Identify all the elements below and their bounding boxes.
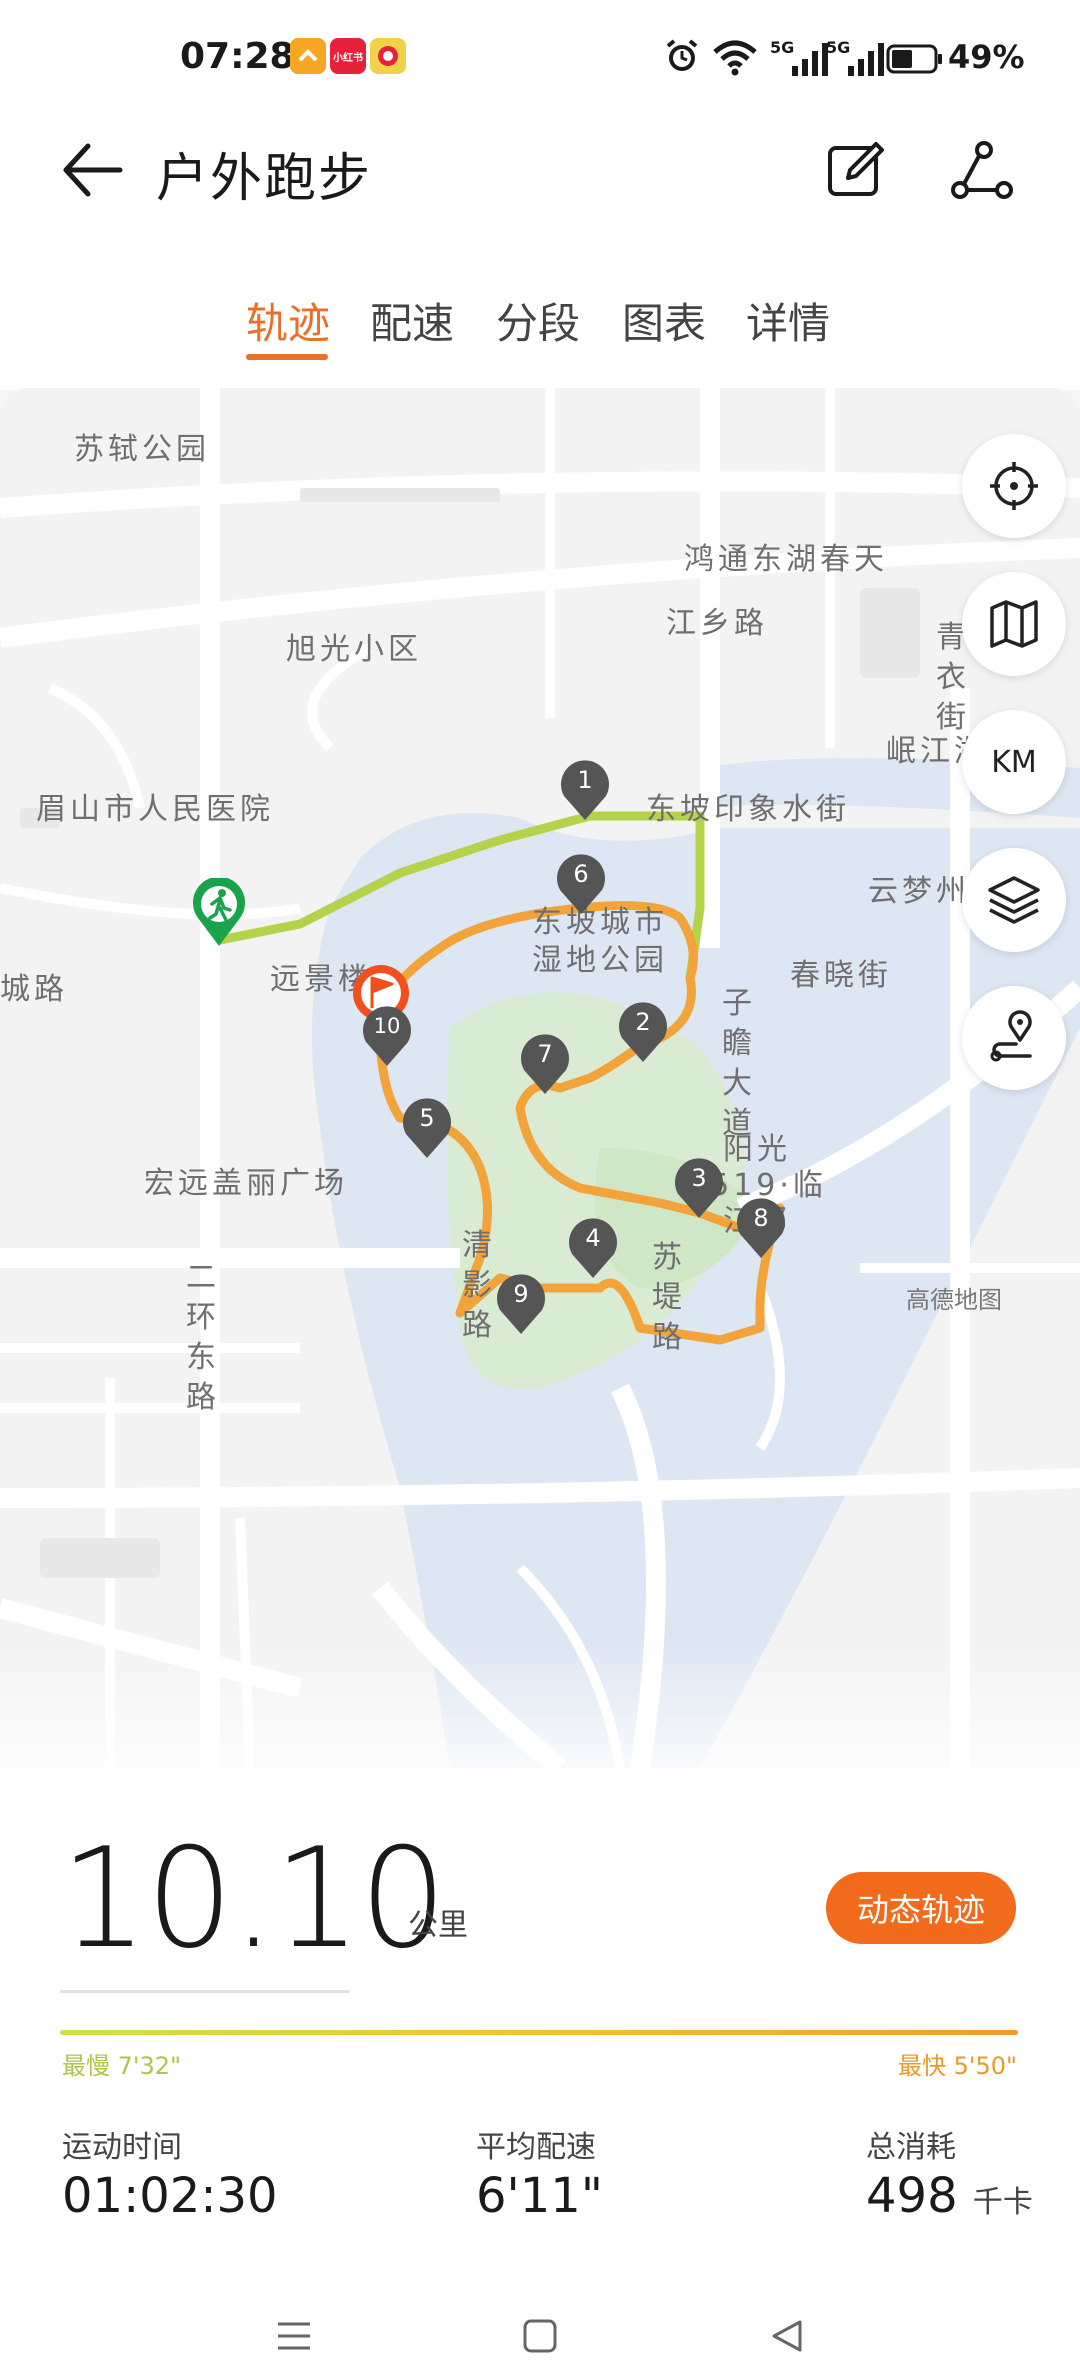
- km-marker-label: 10: [373, 1014, 401, 1038]
- stat-label-avg-pace: 平均配速: [476, 2130, 596, 2165]
- map-label-chunxiao: 春晓街: [790, 958, 892, 993]
- map-fade: [0, 1640, 1080, 1800]
- map-label-cheng-road: 城路: [0, 972, 68, 1007]
- km-marker-label: 4: [585, 1224, 601, 1252]
- map-label-jiangxiang-road: 江乡路: [666, 606, 768, 641]
- alarm-icon: [666, 39, 698, 71]
- layers-icon: [988, 876, 1040, 924]
- km-toggle-button[interactable]: KM: [962, 710, 1066, 814]
- back-nav-icon[interactable]: [768, 2318, 804, 2354]
- stat-value-duration: 01:02:30: [62, 2168, 278, 2224]
- map-type-button[interactable]: [962, 572, 1066, 676]
- battery-icon: [886, 44, 942, 74]
- pace-gradient-bar: [60, 2030, 1018, 2035]
- tab-details[interactable]: 详情: [746, 290, 830, 351]
- map-label-hongtong: 鸿通东湖春天: [684, 542, 888, 577]
- km-marker-label: 6: [573, 860, 589, 888]
- map-label-xuguang: 旭光小区: [286, 632, 422, 667]
- status-bar: 07:28 小红书 5G 5G 49%: [0, 0, 1080, 120]
- km-marker-label: 9: [513, 1280, 529, 1308]
- distance-value: 10.10: [60, 1818, 447, 1979]
- route-pin-button[interactable]: [962, 986, 1066, 1090]
- dynamic-track-button[interactable]: 动态轨迹: [826, 1872, 1016, 1944]
- route-pin-icon: [990, 1010, 1032, 1062]
- km-marker-label: 5: [419, 1104, 435, 1132]
- battery-percent: 49%: [948, 38, 1025, 76]
- km-marker-label: 3: [691, 1164, 707, 1192]
- distance-unit: 公里: [408, 1908, 468, 1943]
- km-marker-label: 8: [753, 1204, 769, 1232]
- wifi-icon: [713, 40, 757, 76]
- stat-label-duration: 运动时间: [62, 2130, 182, 2165]
- km-marker-label: 7: [537, 1040, 553, 1068]
- xiaohongshu-icon: 小红书: [330, 38, 366, 74]
- edit-icon[interactable]: [826, 140, 886, 200]
- xiaohongshu-label: 小红书: [333, 52, 363, 64]
- map-label-qingying: 清影路: [462, 1228, 492, 1343]
- slowest-pace: 最慢 7'32": [62, 2052, 182, 2080]
- tab-track[interactable]: 轨迹: [246, 290, 330, 351]
- tab-segments[interactable]: 分段: [496, 290, 580, 351]
- map-label-zizhan: 子瞻大道: [722, 986, 752, 1141]
- system-nav-bar: [0, 2300, 1080, 2372]
- fastest-pace: 最快 5'50": [898, 2052, 1018, 2080]
- app-icon-3: [370, 38, 406, 74]
- share-icon[interactable]: [950, 140, 1014, 200]
- tab-active-indicator: [246, 354, 328, 360]
- stat-calories: 498 千卡: [866, 2168, 1033, 2224]
- map-view[interactable]: 苏轼公园 鸿通东湖春天 江乡路 旭光小区 眉山市人民医院 东坡印象水街 岷江湖畔…: [0, 388, 1080, 1768]
- start-marker-icon: [193, 878, 245, 946]
- divider: [60, 1990, 350, 1993]
- stat-unit-calories: 千卡: [972, 2185, 1033, 2220]
- map-label-dongpo-yinxiang: 东坡印象水街: [646, 792, 850, 827]
- app-icon-1: [290, 38, 326, 74]
- locate-icon: [990, 462, 1038, 510]
- km-toggle-label: KM: [991, 744, 1037, 780]
- map-label-yunmengzhou: 云梦州: [868, 874, 970, 909]
- map-label-hospital: 眉山市人民医院: [36, 792, 274, 827]
- gaode-attribution: 高德地图: [906, 1286, 1002, 1314]
- map-label-suti: 苏堤路: [652, 1240, 682, 1355]
- page-title: 户外跑步: [156, 149, 373, 209]
- map-label-erhuan: 二环东路: [186, 1260, 216, 1415]
- stat-label-calories: 总消耗: [866, 2130, 956, 2165]
- signal-1-icon: 5G: [770, 38, 834, 78]
- back-arrow-icon[interactable]: [60, 140, 126, 200]
- km-marker-label: 1: [577, 766, 593, 794]
- signal-2-icon: 5G: [826, 38, 890, 78]
- tab-pace[interactable]: 配速: [370, 290, 454, 351]
- km-marker-label: 2: [635, 1008, 651, 1036]
- stat-value-calories: 498: [866, 2168, 958, 2224]
- tab-charts[interactable]: 图表: [622, 290, 706, 351]
- home-icon[interactable]: [522, 2318, 558, 2354]
- layers-button[interactable]: [962, 848, 1066, 952]
- status-time: 07:28: [180, 36, 295, 77]
- stat-value-avg-pace: 6'11": [476, 2168, 603, 2224]
- map-label-hongyuan: 宏远盖丽广场: [144, 1166, 348, 1201]
- locate-button[interactable]: [962, 434, 1066, 538]
- menu-icon[interactable]: [276, 2320, 312, 2352]
- map-label-sushi-park: 苏轼公园: [74, 432, 210, 467]
- map-icon: [990, 600, 1038, 648]
